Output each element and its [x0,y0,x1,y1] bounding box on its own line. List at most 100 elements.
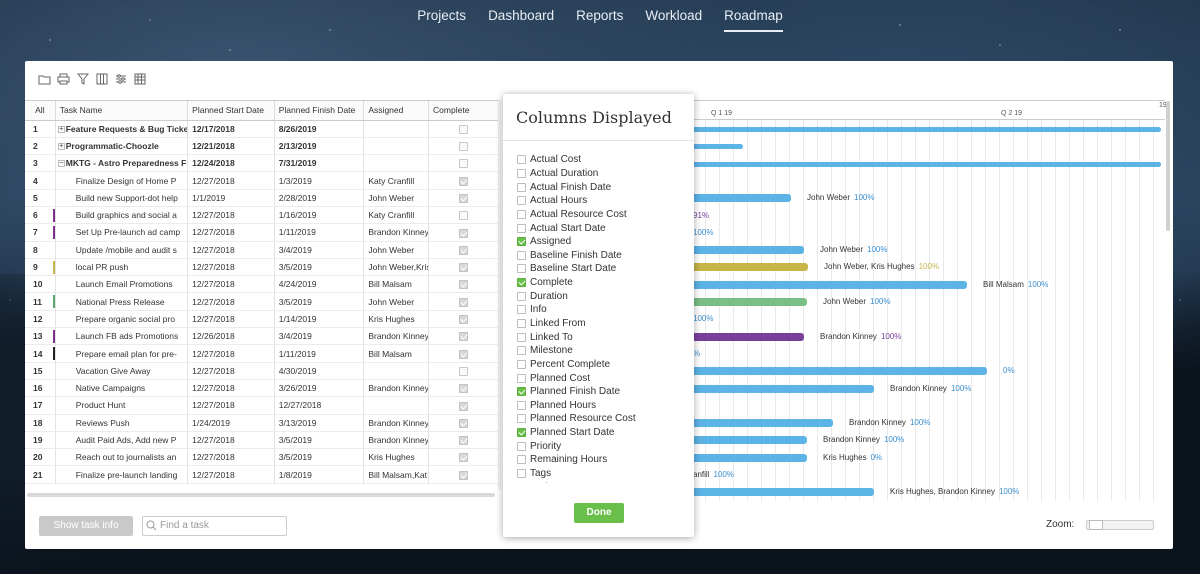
assigned-cell[interactable] [363,154,430,173]
column-option[interactable]: Tags [517,467,687,481]
nav-projects[interactable]: Projects [406,0,477,34]
complete-checkbox[interactable] [459,263,469,273]
col-assigned[interactable]: Assigned [363,101,430,121]
column-option[interactable]: Actual Hours [517,194,687,208]
col-task-name[interactable]: Task Name [55,101,189,121]
finish-date-cell[interactable]: 3/5/2019 [274,448,365,467]
column-checkbox[interactable] [517,250,526,260]
table-row[interactable]: 17 Product Hunt 12/27/2018 12/27/2018 [25,396,500,415]
gantt-bar[interactable] [691,436,807,445]
task-name-cell[interactable]: + Feature Requests & Bug Ticke [55,120,189,138]
column-option[interactable]: Planned Finish Date [517,385,687,399]
column-option[interactable]: Actual Start Date [517,221,687,235]
column-option[interactable]: Actual Duration [517,167,687,181]
column-checkbox[interactable] [517,359,526,369]
nav-workload[interactable]: Workload [634,0,713,34]
complete-cell[interactable] [428,241,500,259]
split-divider[interactable] [498,100,501,490]
task-name-cell[interactable]: National Press Release [55,292,189,311]
gantt-vertical-scrollbar[interactable] [1166,101,1170,231]
complete-checkbox[interactable] [459,297,469,307]
complete-checkbox[interactable] [459,245,469,255]
gantt-bar[interactable] [691,384,874,393]
finish-date-cell[interactable]: 1/14/2019 [274,310,365,329]
complete-cell[interactable] [428,310,500,329]
complete-checkbox[interactable] [459,315,469,325]
assigned-cell[interactable]: Brandon Kinney [363,431,430,450]
start-date-cell[interactable]: 12/27/2018 [187,275,275,294]
finish-date-cell[interactable]: 12/27/2018 [274,396,365,415]
gantt-bar[interactable] [691,161,1161,167]
column-option[interactable]: Linked From [517,317,687,331]
assigned-cell[interactable]: Kris Hughes [363,448,430,467]
col-planned-start[interactable]: Planned Start Date [187,101,275,121]
column-checkbox[interactable] [517,373,526,383]
complete-cell[interactable] [428,189,500,207]
task-name-cell[interactable]: Launch FB ads Promotions [55,327,189,346]
task-name-cell[interactable]: Finalize pre-launch landing [55,465,189,484]
assigned-cell[interactable]: Brandon Kinney [363,379,430,398]
start-date-cell[interactable]: 12/27/2018 [187,292,275,311]
table-row[interactable]: 14 Prepare email plan for pre- 12/27/2018 1… [25,344,500,363]
gantt-bar[interactable] [691,332,804,341]
start-date-cell[interactable]: 12/27/2018 [187,344,275,363]
column-checkbox[interactable] [517,428,526,438]
gantt-bar[interactable] [691,263,808,272]
finish-date-cell[interactable]: 3/4/2019 [274,241,365,259]
table-row[interactable]: 12 Prepare organic social pro 12/27/2018 1/… [25,310,500,329]
column-checkbox[interactable] [517,264,526,274]
finish-date-cell[interactable]: 3/4/2019 [274,327,365,346]
column-checkbox[interactable] [517,196,526,206]
gantt-bar[interactable] [691,488,874,497]
finish-date-cell[interactable]: 1/11/2019 [274,223,365,242]
finish-date-cell[interactable]: 4/30/2019 [274,362,365,380]
complete-cell[interactable] [428,137,500,156]
assigned-cell[interactable]: John Weber [363,241,430,259]
complete-cell[interactable] [428,154,500,173]
complete-cell[interactable] [428,379,500,398]
start-date-cell[interactable]: 12/27/2018 [187,241,275,259]
expand-icon[interactable]: + [57,125,65,133]
col-planned-finish[interactable]: Planned Finish Date [274,101,365,121]
start-date-cell[interactable]: 12/27/2018 [187,379,275,398]
column-option[interactable]: Planned Hours [517,399,687,413]
complete-cell[interactable] [428,223,500,242]
table-icon[interactable] [132,72,147,86]
assigned-cell[interactable]: Brandon Kinney [363,223,430,242]
column-option[interactable]: Task Name [517,480,687,483]
complete-checkbox[interactable] [459,280,469,290]
start-date-cell[interactable]: 12/27/2018 [187,465,275,484]
column-option[interactable]: Actual Finish Date [517,180,687,194]
task-name-cell[interactable]: Vacation Give Away [55,362,189,380]
finish-date-cell[interactable]: 2/28/2019 [274,189,365,207]
columns-list[interactable]: Actual Cost Actual Duration Actual Finish … [517,153,687,483]
task-name-cell[interactable]: Reviews Push [55,414,189,432]
gantt-bar[interactable] [691,298,807,306]
zoom-slider[interactable] [1086,520,1154,530]
table-row[interactable]: 1 + Feature Requests & Bug Ticke 12/17/2018… [25,120,500,138]
table-row[interactable]: 3− MKTG - Astro Preparedness F 12/24/2018 7… [25,154,500,173]
task-name-cell[interactable]: local PR push [55,258,189,277]
assigned-cell[interactable]: Katy Cranfill [363,206,430,225]
complete-cell[interactable] [428,414,500,432]
task-name-cell[interactable]: Update /mobile and audit s [55,241,189,259]
nav-dashboard[interactable]: Dashboard [477,0,565,34]
column-checkbox[interactable] [517,455,526,465]
start-date-cell[interactable]: 12/27/2018 [187,223,275,242]
task-name-cell[interactable]: Build new Support-dot help [55,189,189,207]
start-date-cell[interactable]: 12/27/2018 [187,396,275,415]
assigned-cell[interactable] [363,120,430,138]
assigned-cell[interactable]: John Weber [363,292,430,311]
task-name-cell[interactable]: Launch Email Promotions [55,275,189,294]
column-option[interactable]: Linked To [517,330,687,344]
complete-checkbox[interactable] [459,142,469,152]
complete-checkbox[interactable] [459,332,469,342]
start-date-cell[interactable]: 12/27/2018 [187,431,275,450]
complete-cell[interactable] [428,206,500,225]
finish-date-cell[interactable]: 3/5/2019 [274,431,365,450]
column-checkbox[interactable] [517,332,526,342]
table-row[interactable]: 8 Update /mobile and audit s 12/27/2018 3/4… [25,241,500,259]
gantt-bar[interactable] [691,144,743,150]
start-date-cell[interactable]: 1/1/2019 [187,189,275,207]
assigned-cell[interactable]: John Weber [363,189,430,207]
